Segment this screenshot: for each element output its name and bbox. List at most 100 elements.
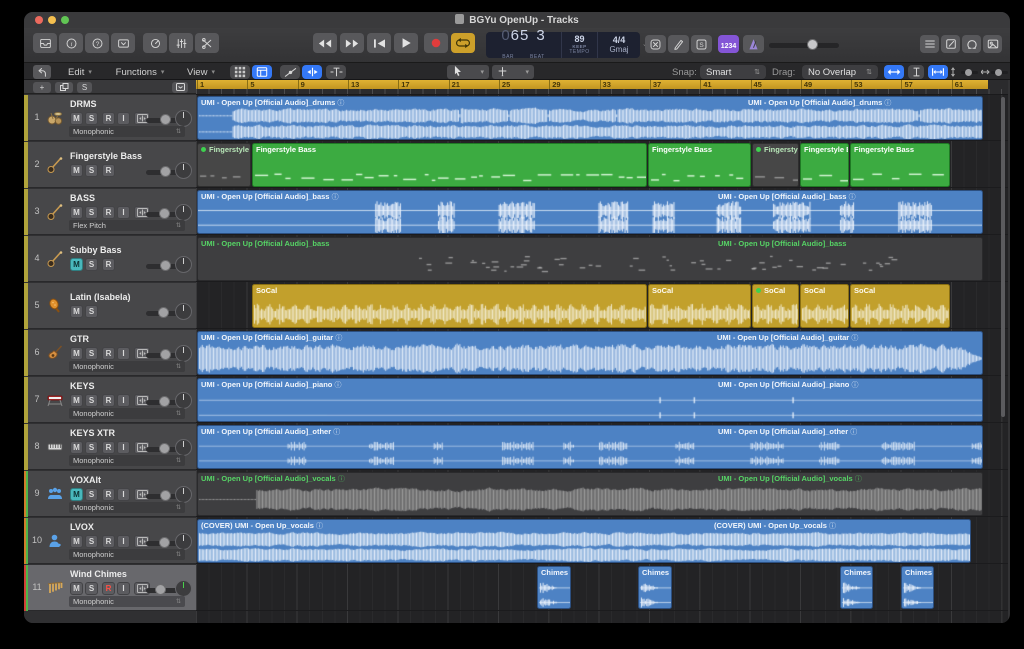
track-flex-mode-dropdown[interactable]: Monophonic⇅ (69, 361, 185, 372)
track-lane[interactable]: UMI - Open Up [Official Audio]_bassUMI -… (196, 236, 1008, 282)
track-flex-mode-dropdown[interactable]: Monophonic⇅ (69, 502, 185, 513)
track-lane[interactable]: (COVER) UMI - Open Up_vocals ⓘ(COVER) UM… (196, 518, 1008, 564)
track-mute-button[interactable]: M (70, 206, 83, 219)
region-chimes-2-4[interactable]: Chimes 2.4 (901, 566, 934, 609)
track-pan-knob[interactable] (175, 110, 192, 127)
track-record-button[interactable]: R (102, 258, 115, 271)
smart-controls-button[interactable] (143, 33, 167, 53)
track-pan-knob[interactable] (175, 392, 192, 409)
track-solo-button[interactable]: S (85, 112, 98, 125)
track-record-button[interactable]: R (102, 488, 115, 501)
track-lane[interactable]: UMI - Open Up [Official Audio]_guitar ⓘU… (196, 330, 1008, 376)
track-input-monitor-button[interactable]: I (117, 394, 130, 407)
replace-mode-button[interactable] (645, 35, 666, 53)
list-editors-button[interactable] (920, 35, 939, 53)
track-header-config-button[interactable] (172, 82, 188, 93)
region-fingerstyle-ba[interactable]: Fingerstyle Ba (752, 143, 799, 187)
track-header-voxalt[interactable]: 9VOXAltMSRIMonophonic⇅ (24, 471, 196, 517)
track-name[interactable]: Subby Bass (70, 245, 122, 255)
region-fingerstyle-bass[interactable]: Fingerstyle Bass (850, 143, 950, 187)
track-mute-button[interactable]: M (70, 164, 83, 177)
track-pan-knob[interactable] (175, 204, 192, 221)
track-pan-knob[interactable] (175, 345, 192, 362)
track-lane[interactable]: Chimes 2.1Chimes 2.2Chimes 2.3Chimes 2.4 (196, 565, 1008, 611)
track-input-monitor-button[interactable]: I (117, 535, 130, 548)
track-mute-button[interactable]: M (70, 112, 83, 125)
track-volume-slider[interactable] (146, 444, 178, 455)
tracks-area[interactable]: 15913172125293337414549535761 UMI - Open… (196, 80, 1008, 623)
pointer-tool[interactable]: ▾ (447, 65, 489, 79)
lcd-position[interactable]: 0653 BARBEAT (486, 32, 562, 58)
low-latency-pencil-button[interactable] (668, 35, 689, 53)
track-header-wind-chimes[interactable]: 11Wind ChimesMSRIMonophonic⇅ (24, 565, 196, 611)
region-umi-open-up-official-audio-other[interactable]: UMI - Open Up [Official Audio]_other ⓘUM… (197, 425, 983, 469)
track-record-button[interactable]: R (102, 441, 115, 454)
back-button[interactable] (33, 65, 51, 79)
region-socal[interactable]: SoCal (800, 284, 849, 328)
quick-help-button[interactable]: ? (85, 33, 109, 53)
track-volume-slider[interactable] (146, 209, 178, 220)
track-lane[interactable]: SoCalSoCalSoCalSoCalSoCal (196, 283, 1008, 329)
master-solo-button[interactable]: S (77, 82, 92, 93)
track-mute-button[interactable]: M (70, 582, 83, 595)
region-umi-open-up-official-audio-drums[interactable]: UMI - Open Up [Official Audio]_drums ⓘUM… (197, 96, 983, 140)
track-name[interactable]: GTR (70, 334, 89, 344)
mixer-button[interactable] (169, 33, 193, 53)
track-solo-button[interactable]: S (85, 164, 98, 177)
track-solo-button[interactable]: S (85, 258, 98, 271)
region-fingerstyle-bass[interactable]: Fingerstyle Bass (800, 143, 849, 187)
track-record-button[interactable]: R (102, 535, 115, 548)
track-name[interactable]: LVOX (70, 522, 94, 532)
track-pan-knob[interactable] (175, 486, 192, 503)
region-umi-open-up-official-audio-guitar[interactable]: UMI - Open Up [Official Audio]_guitar ⓘU… (197, 331, 983, 375)
track-flex-mode-dropdown[interactable]: Monophonic⇅ (69, 549, 185, 560)
track-header-subby-bass[interactable]: 4Subby BassMSR (24, 236, 196, 282)
track-volume-slider[interactable] (146, 491, 178, 502)
region-fingerstyle-bass[interactable]: Fingerstyle Bass (252, 143, 647, 187)
track-volume-slider[interactable] (146, 350, 178, 361)
track-mute-button[interactable]: M (70, 258, 83, 271)
track-header-bass[interactable]: 3BASSMSRIFlex Pitch⇅ (24, 189, 196, 235)
track-volume-slider[interactable] (146, 167, 178, 178)
track-name[interactable]: BASS (70, 193, 95, 203)
track-flex-mode-dropdown[interactable]: Monophonic⇅ (69, 126, 185, 137)
track-flex-mode-dropdown[interactable]: Monophonic⇅ (69, 408, 185, 419)
duplicate-track-button[interactable] (55, 82, 73, 93)
region-fingerstyle-bass[interactable]: Fingerstyle Bass (648, 143, 751, 187)
menu-functions[interactable]: Functions▾ (108, 65, 172, 79)
toolbar-toggle-button[interactable] (111, 33, 135, 53)
region-umi-open-up-official-audio-bass[interactable]: UMI - Open Up [Official Audio]_bassUMI -… (197, 237, 983, 281)
track-input-monitor-button[interactable]: I (117, 441, 130, 454)
browsers-button[interactable] (983, 35, 1002, 53)
apple-loops-button[interactable] (962, 35, 981, 53)
catch-playhead-button[interactable] (326, 65, 346, 79)
track-flex-mode-dropdown[interactable]: Flex Pitch⇅ (69, 220, 185, 231)
track-pan-knob[interactable] (175, 439, 192, 456)
track-input-monitor-button[interactable]: I (117, 488, 130, 501)
track-record-button[interactable]: R (102, 347, 115, 360)
track-solo-button[interactable]: S (85, 305, 98, 318)
track-mute-button[interactable]: M (70, 305, 83, 318)
track-volume-slider[interactable] (146, 538, 178, 549)
region-socal[interactable]: SoCal (648, 284, 751, 328)
forward-button[interactable] (340, 33, 364, 53)
lcd-tempo[interactable]: 89 KEEP TEMPO (562, 32, 598, 58)
scroll-arrows-button[interactable] (884, 65, 904, 79)
region-fingerstyle-ba[interactable]: Fingerstyle Ba (197, 143, 251, 187)
master-volume-slider[interactable] (769, 40, 839, 50)
track-record-button[interactable]: R (102, 582, 115, 595)
track-volume-slider[interactable] (146, 261, 178, 272)
track-solo-button[interactable]: S (85, 394, 98, 407)
track-pan-knob[interactable] (175, 162, 192, 179)
track-header-lvox[interactable]: 10LVOXMSRIMonophonic⇅ (24, 518, 196, 564)
track-flex-mode-dropdown[interactable]: Monophonic⇅ (69, 596, 185, 607)
track-lane[interactable]: UMI - Open Up [Official Audio]_piano ⓘUM… (196, 377, 1008, 423)
region-socal[interactable]: SoCal (252, 284, 647, 328)
track-record-button[interactable]: R (102, 164, 115, 177)
editors-button[interactable] (195, 33, 219, 53)
region-chimes-2-1[interactable]: Chimes 2.1 (537, 566, 571, 609)
menu-view[interactable]: View▾ (178, 65, 224, 79)
region--cover-umi-open-up-vocals[interactable]: (COVER) UMI - Open Up_vocals ⓘ(COVER) UM… (197, 519, 971, 563)
track-mute-button[interactable]: M (70, 347, 83, 360)
track-header-fingerstyle-bass[interactable]: 2Fingerstyle BassMSR (24, 142, 196, 188)
